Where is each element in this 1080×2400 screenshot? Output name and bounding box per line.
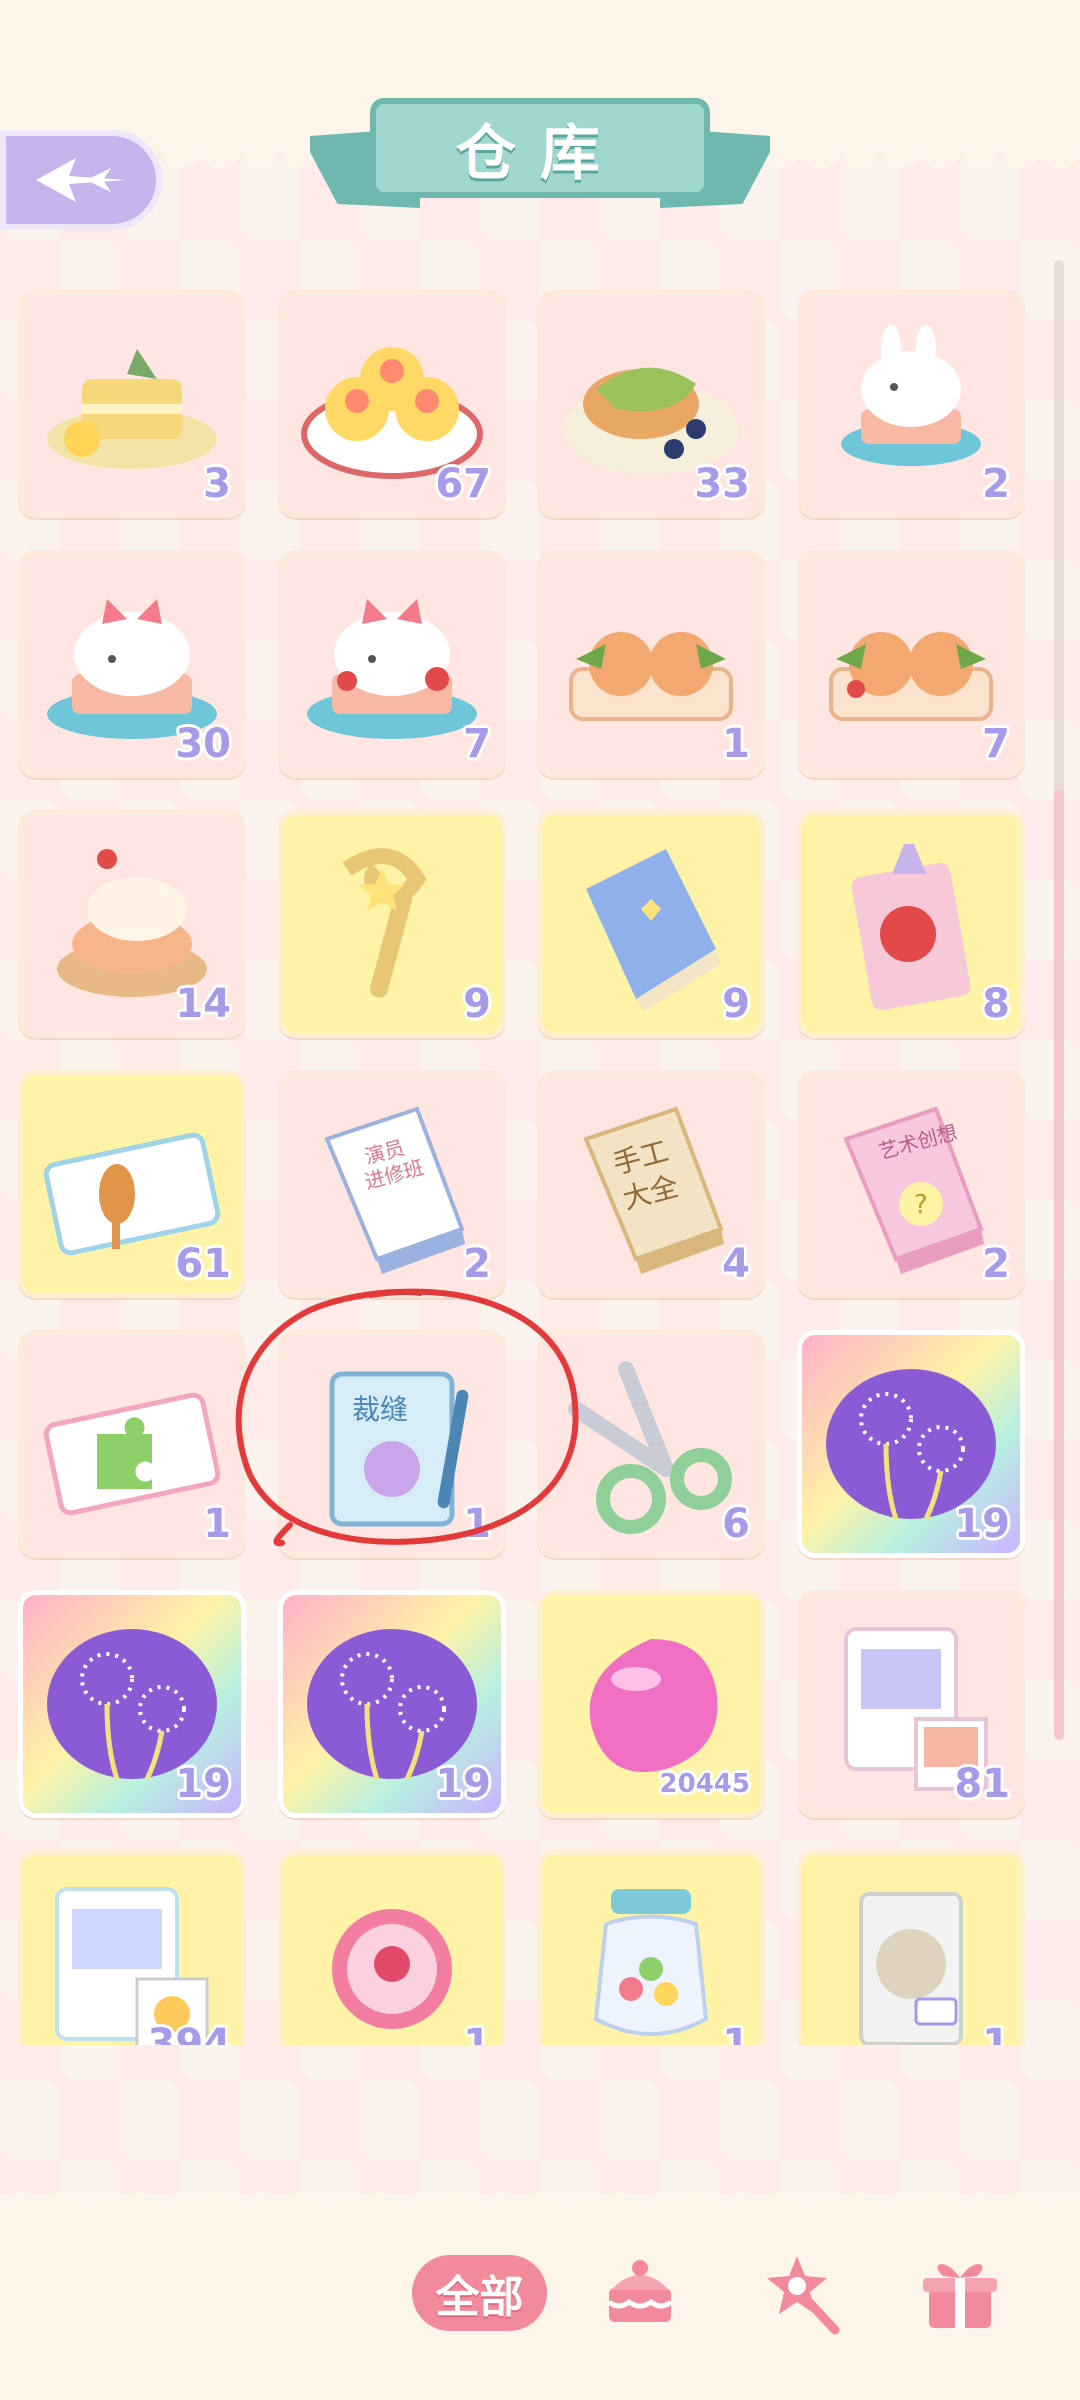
inventory-item-card[interactable]: 67 <box>278 290 506 518</box>
bag-icon <box>859 1892 963 2045</box>
item-count: 81 <box>954 1761 1010 1807</box>
rose-pastry-plate-icon <box>829 632 993 721</box>
svg-text:?: ? <box>914 1190 928 1220</box>
tab-magic-wand-icon[interactable] <box>757 2250 843 2336</box>
blue-book-icon <box>586 849 721 1011</box>
rose-pastry-tray-icon <box>569 632 733 721</box>
item-count: 1 <box>463 2021 491 2045</box>
item-count: 1 <box>463 1501 491 1547</box>
inventory-item-card[interactable]: 7 <box>278 550 506 778</box>
inventory-item-card[interactable]: 8 <box>797 810 1025 1038</box>
item-count: 14 <box>175 981 231 1027</box>
tab-food-cake-icon[interactable] <box>597 2250 683 2336</box>
item-count: 7 <box>463 721 491 767</box>
inventory-item-card[interactable]: 1 <box>18 1330 246 1558</box>
inventory-item-card[interactable]: 19 <box>278 1590 506 1818</box>
tab-gift-box-icon[interactable] <box>917 2250 1003 2336</box>
inventory-item-card[interactable]: 1 <box>797 1850 1025 2045</box>
sewing-notebook-icon: 裁缝 <box>329 1371 469 1527</box>
item-count: 67 <box>435 461 491 507</box>
tab-all[interactable]: 全部 <box>412 2255 547 2331</box>
inventory-item-card[interactable]: 2 <box>797 290 1025 518</box>
scrollbar-thumb[interactable] <box>1054 790 1064 1740</box>
badge-icon <box>332 1909 452 2029</box>
item-count: 19 <box>175 1761 231 1807</box>
item-count: 9 <box>463 981 491 1027</box>
item-count: 6 <box>722 1501 750 1547</box>
golden-wand-icon <box>342 848 427 998</box>
item-count: 1 <box>722 721 750 767</box>
inventory-item-card[interactable]: 艺术创想? 2 <box>797 1070 1025 1298</box>
item-count: 33 <box>694 461 750 507</box>
inventory-item-card[interactable]: 演员 进修班 2 <box>278 1070 506 1298</box>
inventory-item-card[interactable]: 19 <box>797 1330 1025 1558</box>
puzzle-ticket-icon <box>43 1392 221 1516</box>
item-count: 3 <box>203 461 231 507</box>
inventory-item-card[interactable]: 7 <box>797 550 1025 778</box>
item-count: 61 <box>175 1241 231 1287</box>
inventory-item-card[interactable]: 33 <box>537 290 765 518</box>
bunny-cake-icon <box>841 325 981 466</box>
inventory-item-card[interactable]: 6 <box>537 1330 765 1558</box>
candy-jar-icon <box>593 1889 709 2036</box>
inventory-item-card[interactable]: 14 <box>18 810 246 1038</box>
item-count: 20445 <box>659 1769 750 1799</box>
inventory-item-card[interactable]: 1 <box>278 1850 506 2045</box>
inventory-item-card[interactable]: 61 <box>18 1070 246 1298</box>
item-count: 2 <box>463 1241 491 1287</box>
inventory-item-card[interactable]: 9 <box>537 810 765 1038</box>
item-count: 4 <box>722 1241 750 1287</box>
inventory-item-card[interactable]: 9 <box>278 810 506 1038</box>
inventory-item-card[interactable]: 30 <box>18 550 246 778</box>
item-count: 9 <box>722 981 750 1027</box>
item-count: 2 <box>982 461 1010 507</box>
item-count: 30 <box>175 721 231 767</box>
inventory-item-card[interactable]: 394 <box>18 1850 246 2045</box>
art-book-icon: 艺术创想? <box>843 1106 984 1274</box>
back-button[interactable] <box>0 130 162 230</box>
inventory-item-card[interactable]: 1 <box>537 550 765 778</box>
page-title: 仓库 <box>370 98 710 198</box>
sticker-pack-icon <box>55 1887 209 2045</box>
item-count: 19 <box>435 1761 491 1807</box>
inventory-item-card[interactable]: 81 <box>797 1590 1025 1818</box>
item-count: 19 <box>954 1501 1010 1547</box>
scissors-icon <box>568 1361 732 1534</box>
back-arrow-icon <box>36 158 126 202</box>
actor-book-icon: 演员进修班 <box>324 1106 465 1274</box>
title-banner: 仓库 <box>310 88 770 218</box>
inventory-item-card[interactable]: 手工 大全 4 <box>537 1070 765 1298</box>
handcraft-book-icon: 手工大全 <box>583 1106 724 1274</box>
item-count: 8 <box>982 981 1010 1027</box>
inventory-item-card[interactable]: 裁缝 1 <box>278 1330 506 1558</box>
inventory-grid: 3 67 33 2 30 7 1 7 14 9 9 8 61 演员 进修班 2 手工 大全 4 艺术创想? 2 1 裁缝 1 6… <box>0 240 1080 2045</box>
inventory-item-card[interactable]: 3 <box>18 290 246 518</box>
item-count: 1 <box>722 2021 750 2045</box>
bunny-strawberry-cake-icon <box>307 599 477 739</box>
apple-card-icon <box>851 844 971 1011</box>
item-count: 2 <box>982 1241 1010 1287</box>
svg-text:裁缝: 裁缝 <box>352 1393 408 1426</box>
inventory-item-card[interactable]: 19 <box>18 1590 246 1818</box>
item-count: 1 <box>982 2021 1010 2045</box>
item-count: 394 <box>147 2021 232 2045</box>
item-count: 1 <box>203 1501 231 1547</box>
inventory-item-card[interactable]: 1 <box>537 1850 765 2045</box>
previous-row-edge <box>0 240 1080 265</box>
cake-slice-icon <box>47 349 217 469</box>
item-count: 7 <box>982 721 1010 767</box>
inventory-item-card[interactable]: 20445 <box>537 1590 765 1818</box>
